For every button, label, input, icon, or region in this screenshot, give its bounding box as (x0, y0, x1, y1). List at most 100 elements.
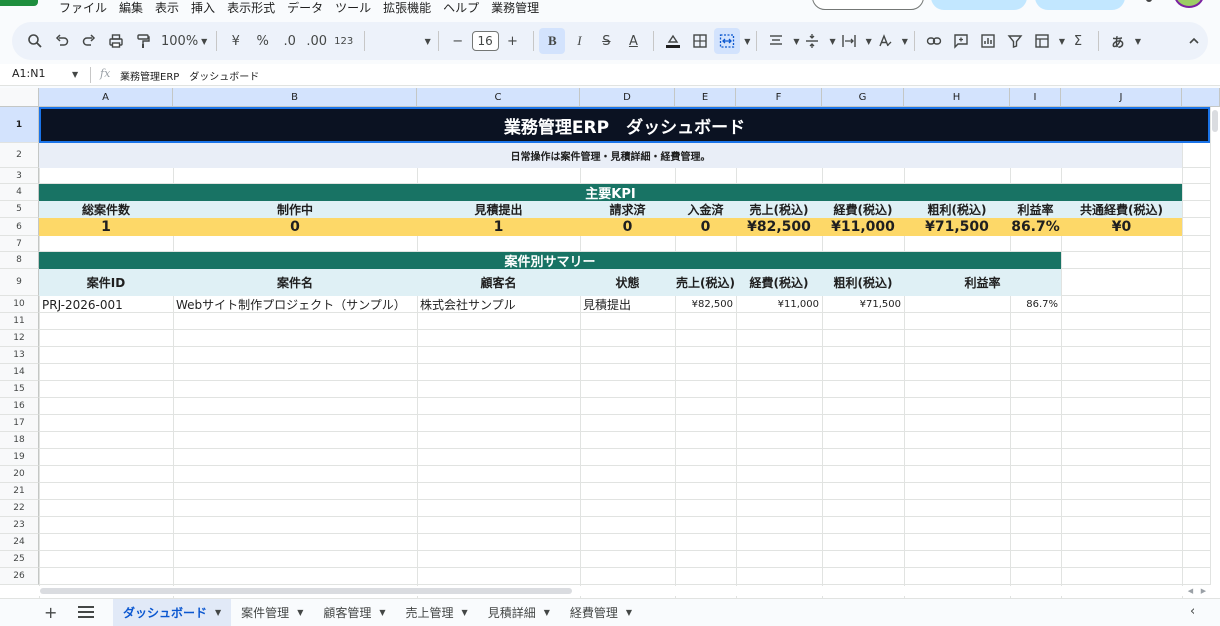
italic-button[interactable]: I (566, 28, 592, 54)
chevron-down-icon[interactable]: ▼ (544, 608, 550, 617)
kpi-label[interactable]: 売上(税込) (736, 201, 822, 218)
chevron-down-icon[interactable]: ▼ (866, 37, 872, 46)
chevron-down-icon[interactable]: ▼ (297, 608, 303, 617)
summary-cell[interactable]: 86.7% (904, 296, 1061, 313)
formula-input[interactable]: 業務管理ERP ダッシュボード (120, 68, 259, 83)
chevron-down-icon[interactable]: ▼ (462, 608, 468, 617)
row-header-13[interactable]: 13 (0, 347, 39, 364)
row-header-21[interactable]: 21 (0, 483, 39, 500)
kpi-section-header[interactable]: 主要KPI (39, 184, 1182, 202)
filter-views-icon[interactable] (1029, 28, 1055, 54)
summary-cell[interactable]: ¥11,000 (736, 296, 822, 313)
sheet-tab-0[interactable]: ダッシュボード ▼ (113, 599, 232, 626)
number-format-button[interactable]: 123 (331, 28, 357, 54)
functions-button[interactable]: Σ (1065, 28, 1091, 54)
menu-item-1[interactable]: 編集 (113, 0, 149, 16)
row-header-26[interactable]: 26 (0, 568, 39, 585)
add-sheet-button[interactable]: + (44, 603, 57, 622)
align-vertical-icon[interactable] (799, 28, 825, 54)
sheet-tab-4[interactable]: 見積詳細 ▼ (478, 599, 560, 626)
sheet-tab-5[interactable]: 経費管理 ▼ (560, 599, 642, 626)
redo-icon[interactable] (76, 28, 102, 54)
summary-section-header[interactable]: 案件別サマリー (39, 252, 1061, 270)
summary-cell[interactable]: 見積提出 (580, 296, 675, 313)
row-header-4[interactable]: 4 (0, 184, 39, 201)
text-wrap-icon[interactable] (836, 28, 862, 54)
row-header-3[interactable]: 3 (0, 168, 39, 184)
row-header-23[interactable]: 23 (0, 517, 39, 534)
vertical-scroll-thumb[interactable] (1212, 110, 1218, 132)
kpi-value[interactable]: 0 (675, 218, 736, 236)
column-header-d[interactable]: D (580, 88, 675, 107)
row-header-1[interactable]: 1 (0, 107, 39, 143)
summary-cell[interactable]: ¥82,500 (675, 296, 736, 313)
summary-column-header[interactable]: 利益率 (904, 269, 1061, 296)
kpi-value[interactable]: 86.7% (1010, 218, 1061, 236)
chevron-down-icon[interactable]: ▼ (1135, 37, 1141, 46)
dashboard-subtitle[interactable]: 日常操作は案件管理・見積詳細・経費管理。 (39, 143, 1182, 168)
row-header-8[interactable]: 8 (0, 252, 39, 269)
menu-item-7[interactable]: 拡張機能 (377, 0, 437, 16)
select-all-corner[interactable] (0, 88, 39, 107)
row-header-11[interactable]: 11 (0, 313, 39, 330)
font-size-increase-button[interactable]: + (500, 28, 526, 54)
sheet-tab-3[interactable]: 売上管理 ▼ (396, 599, 478, 626)
chevron-down-icon[interactable]: ▼ (72, 70, 78, 79)
summary-column-header[interactable]: 状態 (580, 269, 675, 296)
kpi-value[interactable]: 1 (39, 218, 173, 236)
menu-item-9[interactable]: 業務管理 (485, 0, 545, 16)
paint-format-icon[interactable] (130, 28, 156, 54)
sheet-tab-1[interactable]: 案件管理 ▼ (231, 599, 313, 626)
currency-button[interactable]: ¥ (223, 28, 249, 54)
row-header-12[interactable]: 12 (0, 330, 39, 347)
print-icon[interactable] (103, 28, 129, 54)
font-size-input[interactable]: 16 (471, 31, 499, 51)
column-header-g[interactable]: G (822, 88, 904, 107)
decrease-decimal-button[interactable]: .0 (277, 28, 303, 54)
kpi-value[interactable]: ¥71,500 (904, 218, 1010, 236)
kpi-value[interactable]: ¥82,500 (736, 218, 822, 236)
column-header-e[interactable]: E (675, 88, 736, 107)
text-rotation-icon[interactable] (872, 28, 898, 54)
column-header-a[interactable]: A (39, 88, 173, 107)
menu-item-6[interactable]: ツール (329, 0, 377, 16)
summary-column-header[interactable]: 顧客名 (417, 269, 580, 296)
avatar[interactable] (1174, 0, 1204, 8)
menu-item-0[interactable]: ファイル (53, 0, 113, 16)
summary-cell[interactable]: 株式会社サンプル (417, 296, 580, 313)
scroll-right-icon[interactable]: ▶ (1201, 587, 1206, 595)
column-header-h[interactable]: H (904, 88, 1010, 107)
row-header-20[interactable]: 20 (0, 466, 39, 483)
bold-button[interactable]: B (539, 28, 566, 54)
row-header-17[interactable]: 17 (0, 415, 39, 432)
menu-item-3[interactable]: 挿入 (185, 0, 221, 16)
kpi-label[interactable]: 利益率 (1010, 201, 1061, 218)
chevron-down-icon[interactable]: ▼ (744, 37, 750, 46)
menu-item-5[interactable]: データ (281, 0, 329, 16)
menu-item-8[interactable]: ヘルプ (437, 0, 485, 16)
spreadsheet-grid[interactable]: A B C D E F G H I J 1 2 3 4 5 6 7 8 9 10 11 12 13 14 15 16 17 18 19 2… (0, 88, 1220, 598)
horizontal-scroll-thumb[interactable] (40, 588, 572, 594)
summary-cell[interactable]: Webサイト制作プロジェクト（サンプル） (173, 296, 417, 313)
vertical-scrollbar[interactable] (1210, 107, 1220, 585)
increase-decimal-button[interactable]: .00 (304, 28, 330, 54)
summary-column-header[interactable]: 売上(税込) (675, 269, 736, 296)
kpi-value[interactable]: 0 (580, 218, 675, 236)
kpi-label[interactable]: 共通経費(税込) (1061, 201, 1182, 218)
kpi-label[interactable]: 粗利(税込) (904, 201, 1010, 218)
meet-button[interactable] (931, 0, 1027, 10)
row-header-6[interactable]: 6 (0, 218, 39, 236)
column-header-j[interactable]: J (1061, 88, 1182, 107)
row-header-7[interactable]: 7 (0, 236, 39, 252)
borders-icon[interactable] (687, 28, 713, 54)
summary-column-header[interactable]: 粗利(税込) (822, 269, 904, 296)
summary-column-header[interactable]: 案件ID (39, 269, 173, 296)
share-button[interactable] (1035, 0, 1125, 10)
kpi-value[interactable]: ¥0 (1061, 218, 1182, 236)
chevron-down-icon[interactable]: ▼ (626, 608, 632, 617)
row-header-16[interactable]: 16 (0, 398, 39, 415)
chevron-down-icon[interactable]: ▼ (902, 37, 908, 46)
summary-column-header[interactable]: 案件名 (173, 269, 417, 296)
tab-scroll-left-icon[interactable]: ‹ (1190, 604, 1195, 619)
kpi-label[interactable]: 経費(税込) (822, 201, 904, 218)
